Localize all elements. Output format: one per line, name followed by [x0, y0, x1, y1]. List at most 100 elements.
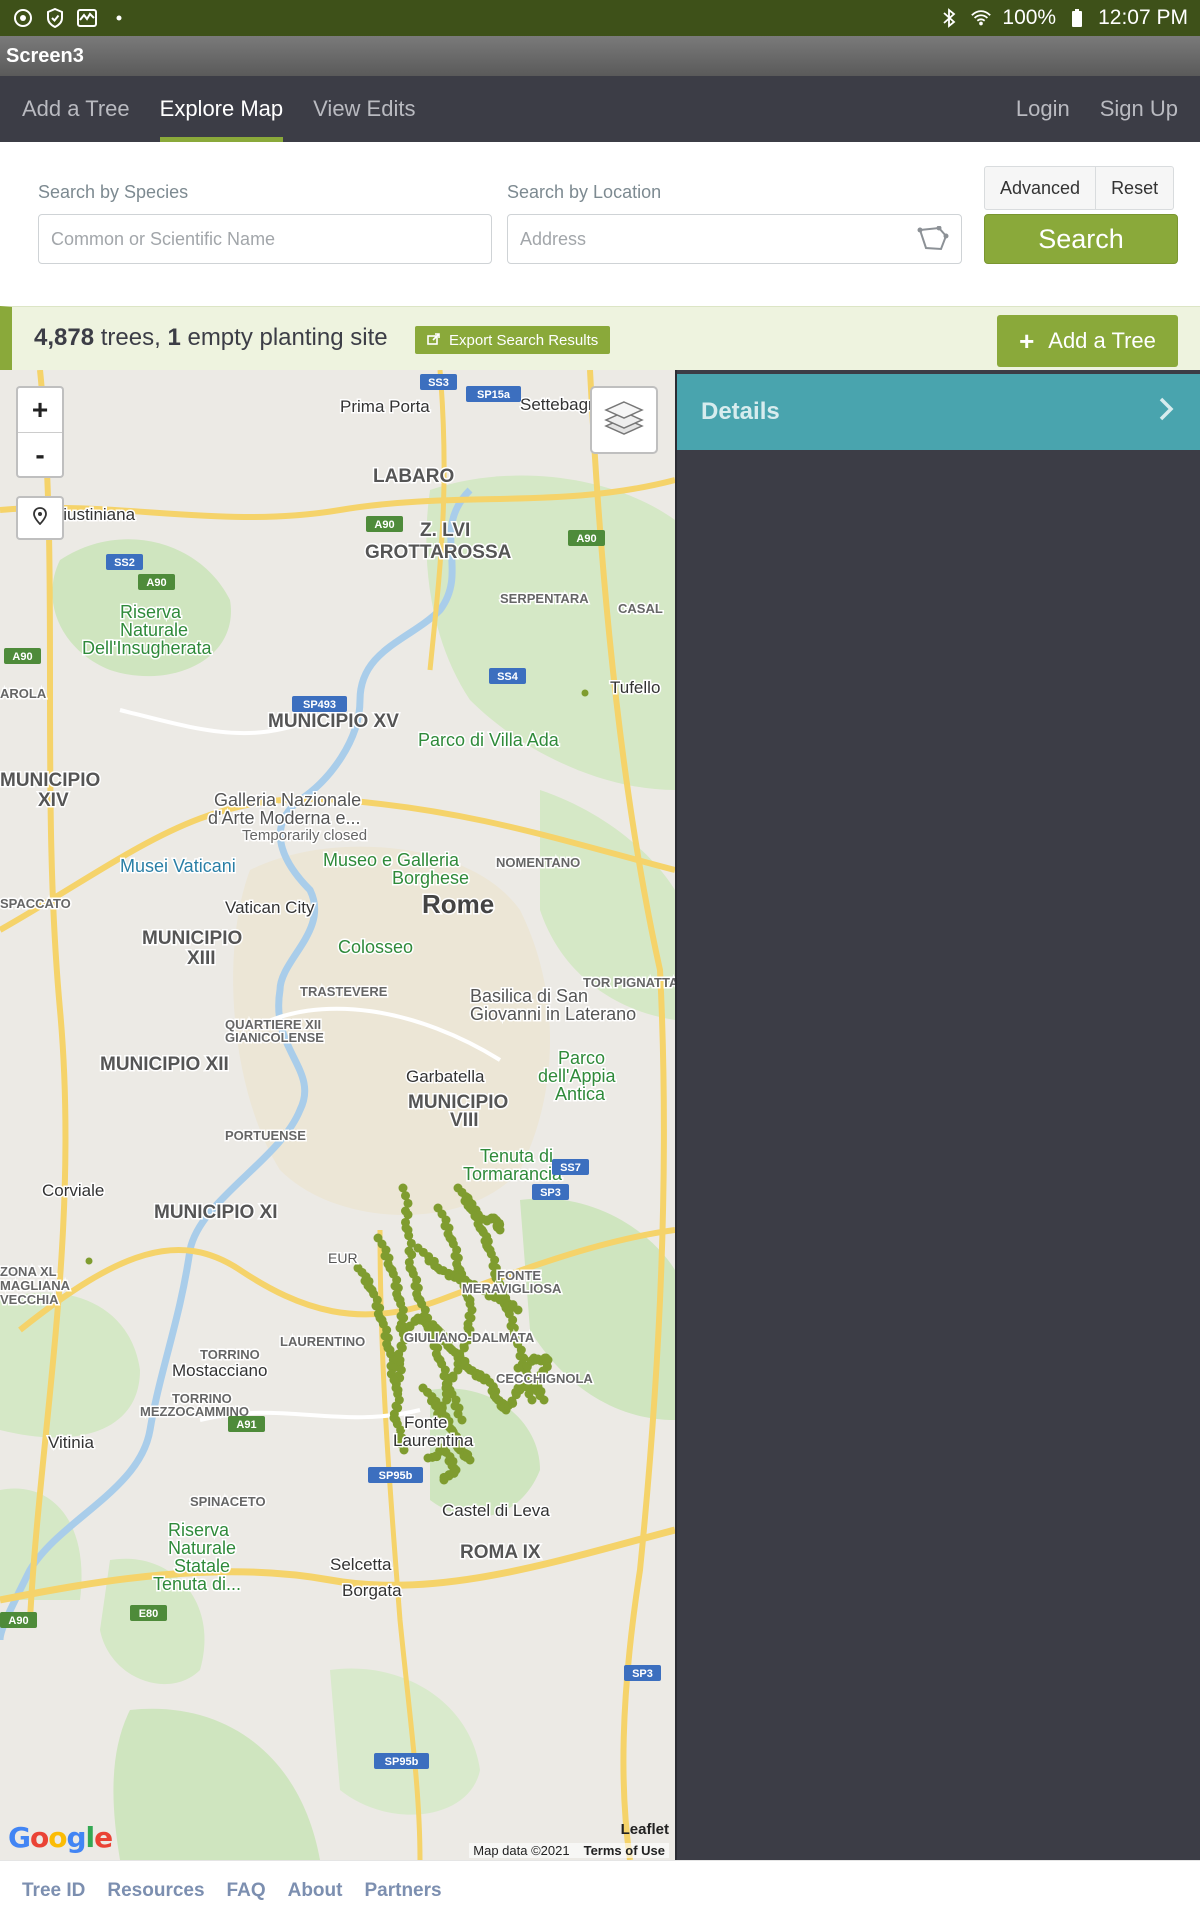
road-shield: SS3 [420, 374, 457, 390]
nav-login[interactable]: Login [1001, 76, 1085, 142]
map-place-label: ROMA IX [460, 1542, 541, 1563]
footer-link-faq[interactable]: FAQ [227, 1880, 266, 1902]
layers-button[interactable] [590, 386, 658, 454]
map-place-label: MAGLIANA [0, 1278, 71, 1293]
map-place-label: CASAL [618, 601, 663, 616]
map-place-label: Garbatella [406, 1067, 485, 1086]
chevron-right-icon [1158, 396, 1174, 429]
export-search-results-button[interactable]: Export Search Results [415, 326, 611, 354]
map-place-label: GIANICOLENSE [225, 1030, 324, 1045]
map-place-label: Mostacciano [172, 1361, 267, 1380]
svg-text:A90: A90 [374, 519, 394, 531]
map-place-label: TRASTEVERE [300, 984, 388, 999]
map-place-label: Rome [422, 889, 494, 919]
road-shield: A90 [138, 574, 175, 590]
svg-text:SP3: SP3 [540, 1187, 561, 1199]
map-place-label: Antica [555, 1084, 606, 1104]
map-place-label: PORTUENSE [225, 1128, 306, 1143]
species-search-input[interactable] [38, 214, 492, 264]
footer-link-partners[interactable]: Partners [364, 1880, 441, 1902]
road-shield: SP95b [368, 1467, 423, 1483]
svg-text:A90: A90 [576, 533, 596, 545]
nav-explore-map[interactable]: Explore Map [145, 76, 299, 142]
export-label: Export Search Results [449, 331, 599, 349]
map-place-label: Musei Vaticani [120, 856, 236, 876]
locate-button[interactable] [16, 496, 64, 540]
footer: Tree ID Resources FAQ About Partners [0, 1860, 1200, 1920]
map-place-label: VECCHIA [0, 1292, 59, 1307]
map-place-label: GROTTAROSSA [365, 542, 512, 563]
add-tree-button[interactable]: + Add a Tree [997, 315, 1178, 367]
sync-icon [12, 7, 34, 29]
map-place-label: Dell'Insugherata [82, 638, 213, 658]
map-place-label: GIULIANO-DALMATA [404, 1330, 535, 1345]
footer-link-about[interactable]: About [288, 1880, 343, 1902]
map-place-label: MERAVIGLIOSA [462, 1281, 562, 1296]
details-title: Details [701, 398, 780, 425]
road-shield: SP3 [532, 1184, 569, 1200]
activity-icon [76, 7, 98, 29]
species-label: Search by Species [38, 182, 189, 202]
svg-text:SP15a: SP15a [477, 389, 511, 401]
nav-view-edits[interactable]: View Edits [298, 76, 430, 142]
map-pin-icon [33, 506, 47, 530]
map-place-label: Borgata [342, 1581, 402, 1600]
location-label: Search by Location [507, 182, 662, 202]
zoom-control: + - [16, 386, 64, 478]
map-place-label: LABARO [373, 466, 454, 487]
clock: 12:07 PM [1098, 6, 1188, 29]
terms-of-use-link[interactable]: Terms of Use [584, 1843, 665, 1858]
details-header[interactable]: Details [677, 374, 1200, 450]
map-place-label: Laurentina [393, 1431, 474, 1450]
map-place-label: TORRINO [200, 1347, 260, 1362]
map-place-label: MUNICIPIO [0, 770, 100, 791]
map-place-label: Selcetta [330, 1555, 392, 1574]
svg-text:SP3: SP3 [632, 1668, 653, 1680]
shield-icon [44, 7, 66, 29]
map-place-label: SPINACETO [190, 1494, 266, 1509]
svg-text:SS3: SS3 [428, 377, 449, 389]
map-place-label: Fonte [404, 1413, 447, 1432]
map-place-label: EUR [328, 1250, 358, 1266]
road-shield: SS7 [552, 1159, 589, 1175]
map-place-label: Z. LVI [420, 520, 470, 541]
map-place-label: Naturale [168, 1538, 236, 1558]
reset-button[interactable]: Reset [1095, 167, 1173, 209]
nav-sign-up[interactable]: Sign Up [1085, 76, 1200, 142]
search-button[interactable]: Search [984, 214, 1178, 264]
map[interactable]: Prima Porta Settebagni LABARO Giustiniana Z.… [0, 370, 675, 1860]
nav-add-a-tree[interactable]: Add a Tree [0, 76, 145, 142]
map-place-label: Vitinia [48, 1433, 95, 1452]
road-shield: A91 [228, 1416, 265, 1432]
map-place-label: ZONA XL [0, 1264, 57, 1279]
road-shield: A90 [568, 530, 605, 546]
footer-link-resources[interactable]: Resources [107, 1880, 204, 1902]
share-icon [427, 332, 441, 349]
dot-icon [108, 7, 130, 29]
map-place-label: Giovanni in Laterano [470, 1004, 636, 1024]
svg-text:A90: A90 [146, 577, 166, 589]
svg-text:SP95b: SP95b [385, 1756, 419, 1768]
map-place-label: Riserva [168, 1520, 230, 1540]
add-tree-label: Add a Tree [1048, 328, 1156, 353]
map-labels-layer: Prima Porta SettebagniLABAROGiustinianaZ.… [0, 374, 675, 1769]
advanced-button[interactable]: Advanced [985, 167, 1095, 209]
draw-area-icon[interactable] [917, 225, 949, 252]
map-place-label: Temporarily closed [242, 827, 367, 844]
map-place-label: d'Arte Moderna e... [208, 808, 361, 828]
details-panel: Details [675, 370, 1200, 1860]
bluetooth-icon [938, 7, 960, 29]
svg-text:SP95b: SP95b [379, 1470, 413, 1482]
leaflet-attribution[interactable]: Leaflet [621, 1821, 669, 1838]
svg-text:E80: E80 [139, 1608, 159, 1620]
zoom-in-button[interactable]: + [18, 388, 62, 432]
footer-link-tree-id[interactable]: Tree ID [22, 1880, 85, 1902]
map-place-label: Vatican City [225, 898, 315, 917]
map-place-label: Parco [558, 1048, 605, 1068]
map-attribution: Map data ©2021 Terms of Use [469, 1843, 669, 1858]
main-nav: Add a Tree Explore Map View Edits Login … [0, 76, 1200, 142]
wifi-icon [970, 7, 992, 29]
location-search-input[interactable] [507, 214, 962, 264]
zoom-out-button[interactable]: - [18, 432, 62, 476]
map-place-label: Borghese [392, 868, 469, 888]
